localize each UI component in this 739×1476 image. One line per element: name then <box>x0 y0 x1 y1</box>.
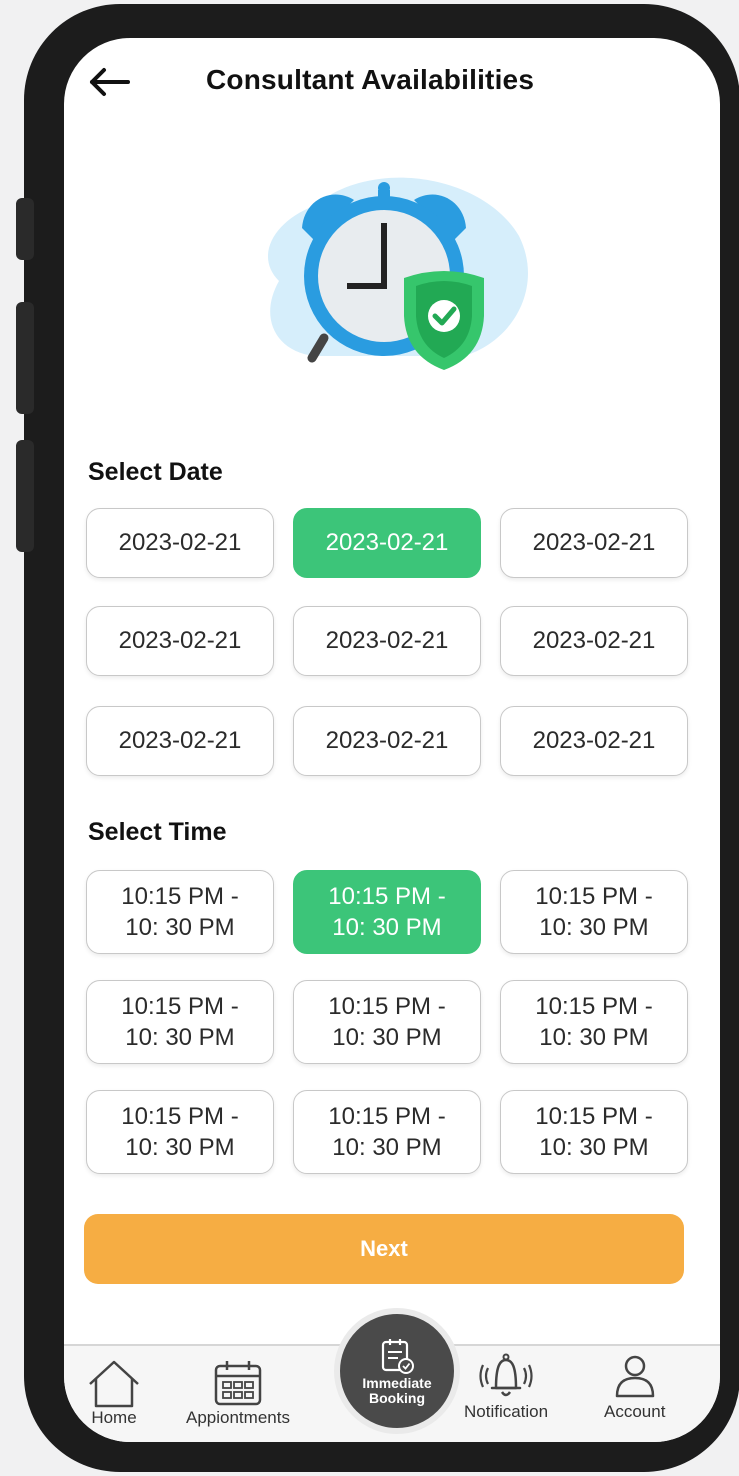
date-option[interactable]: 2023-02-21 <box>293 606 481 676</box>
date-option[interactable]: 2023-02-21 <box>86 606 274 676</box>
date-option[interactable]: 2023-02-21 <box>86 706 274 776</box>
phone-volume-down <box>16 440 34 552</box>
page-title: Consultant Availabilities <box>206 64 535 95</box>
bell-icon <box>479 1353 533 1397</box>
date-option[interactable]: 2023-02-21 <box>86 508 274 578</box>
next-button[interactable]: Next <box>84 1214 684 1284</box>
date-option[interactable]: 2023-02-21 <box>293 706 481 776</box>
nav-immediate-label-1: Immediate <box>362 1374 432 1391</box>
date-option[interactable]: 2023-02-21 <box>293 508 481 578</box>
phone-side-button <box>16 198 34 260</box>
time-slot-option[interactable]: 10:15 PM - 10: 30 PM <box>293 1090 481 1174</box>
user-icon <box>615 1355 654 1398</box>
nav-account-label: Account <box>604 1402 666 1421</box>
nav-home-label: Home <box>91 1408 137 1427</box>
time-slot-option[interactable]: 10:15 PM - 10: 30 PM <box>86 1090 274 1174</box>
app-screen: Consultant Availabilities Select Date 20… <box>64 38 720 1442</box>
time-slot-option[interactable]: 10:15 PM - 10: 30 PM <box>86 870 274 954</box>
booking-check-icon <box>381 1338 414 1374</box>
nav-immediate-booking[interactable]: Immediate Booking <box>334 1308 460 1434</box>
time-slot-option[interactable]: 10:15 PM - 10: 30 PM <box>293 980 481 1064</box>
nav-home[interactable]: Home <box>86 1358 142 1428</box>
alarm-clock-shield-icon <box>267 177 528 370</box>
time-slot-option[interactable]: 10:15 PM - 10: 30 PM <box>86 980 274 1064</box>
nav-appointments[interactable]: Appiontments <box>186 1358 290 1428</box>
date-option[interactable]: 2023-02-21 <box>500 606 688 676</box>
nav-account[interactable]: Account <box>604 1352 665 1422</box>
time-slot-option[interactable]: 10:15 PM - 10: 30 PM <box>500 980 688 1064</box>
home-icon <box>89 1360 139 1408</box>
nav-appointments-label: Appiontments <box>186 1408 290 1427</box>
header: Consultant Availabilities <box>64 38 720 128</box>
time-slot-option[interactable]: 10:15 PM - 10: 30 PM <box>500 870 688 954</box>
select-time-label: Select Time <box>88 818 227 846</box>
nav-notification-label: Notification <box>464 1402 549 1421</box>
date-option[interactable]: 2023-02-21 <box>500 508 688 578</box>
calendar-icon <box>214 1361 262 1406</box>
alarm-clock-illustration <box>254 166 534 386</box>
select-date-label: Select Date <box>88 458 223 486</box>
nav-immediate-label-2: Booking <box>369 1390 425 1406</box>
phone-volume-up <box>16 302 34 414</box>
back-button[interactable] <box>88 66 132 98</box>
nav-notification[interactable]: Notification <box>464 1352 548 1422</box>
time-slot-option[interactable]: 10:15 PM - 10: 30 PM <box>500 1090 688 1174</box>
date-option[interactable]: 2023-02-21 <box>500 706 688 776</box>
time-slot-option[interactable]: 10:15 PM - 10: 30 PM <box>293 870 481 954</box>
arrow-left-icon <box>90 68 130 96</box>
